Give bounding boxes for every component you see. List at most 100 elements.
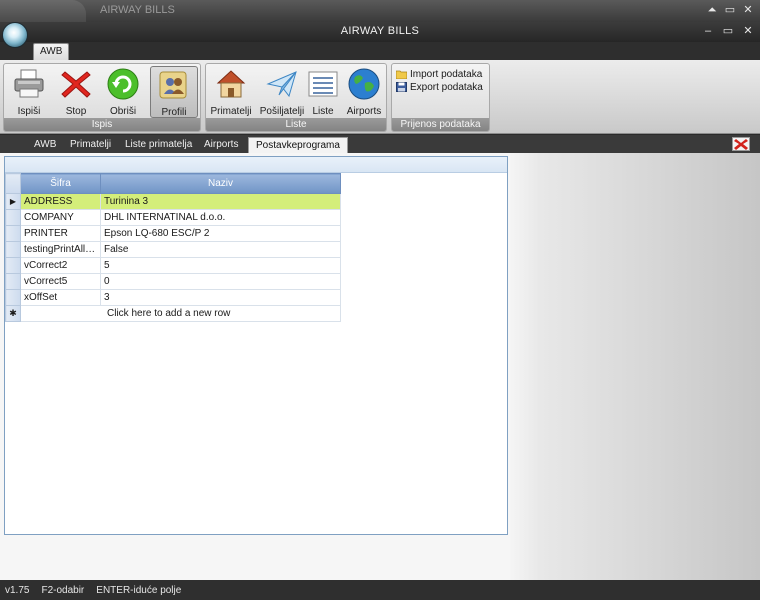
recipients-button-label: Primatelji (210, 106, 252, 117)
delete-button[interactable]: Obriši (101, 66, 145, 118)
ribbon-group-caption: Prijenos podataka (392, 118, 489, 131)
settings-grid-panel: Šifra Naziv ▶ ADDRESS Turinina 3 COMPANY… (4, 156, 508, 535)
maximize-icon[interactable]: ▭ (722, 24, 734, 38)
table-row[interactable]: testingPrintAllO... False (5, 241, 341, 258)
profiles-icon (159, 71, 187, 99)
cell-naziv[interactable]: 3 (100, 289, 341, 306)
airports-button-label: Airports (346, 106, 382, 117)
print-button-label: Ispiši (17, 106, 41, 117)
tab-awb[interactable]: AWB (27, 137, 63, 153)
column-header-sifra[interactable]: Šifra (20, 173, 101, 194)
house-icon (216, 70, 246, 98)
document-tab-strip: AWB Primatelji Liste primatelja Airports… (0, 135, 760, 153)
add-new-row-text: Click here to add a new row (107, 308, 231, 319)
new-row-indicator: ✱ (5, 305, 21, 322)
row-indicator (5, 273, 21, 290)
new-row[interactable]: ✱ Click here to add a new row (5, 305, 341, 322)
stop-x-icon (61, 71, 91, 98)
row-indicator (5, 289, 21, 306)
table-row[interactable]: ▶ ADDRESS Turinina 3 (5, 193, 341, 210)
close-icon[interactable]: ✕ (742, 24, 754, 38)
tab-primatelji[interactable]: Primatelji (63, 137, 118, 153)
version-label: v1.75 (5, 584, 30, 596)
outer-tab-shape (0, 0, 86, 22)
stop-button-label: Stop (65, 106, 87, 117)
export-data-button[interactable]: Export podataka (396, 81, 483, 93)
lists-button[interactable]: Liste (305, 66, 341, 118)
status-bar: v1.75 F2-odabir ENTER-iduće polje (0, 580, 760, 600)
import-data-button[interactable]: Import podataka (396, 68, 482, 80)
row-indicator (5, 241, 21, 258)
add-new-row-prompt[interactable]: Click here to add a new row (20, 305, 341, 322)
list-icon (308, 71, 338, 97)
import-data-label: Import podataka (410, 68, 483, 80)
cell-naziv[interactable]: False (100, 241, 341, 258)
tab-liste-primatelja[interactable]: Liste primatelja (118, 137, 199, 153)
outer-restore-icon[interactable]: ⏶ (706, 3, 718, 17)
ribbon-group-data-transfer: Import podataka Export podataka Prijenos… (391, 63, 490, 132)
export-data-label: Export podataka (410, 81, 483, 93)
cell-naziv[interactable]: 0 (100, 273, 341, 290)
outer-window-controls: ⏶ ▭ ✕ (706, 3, 754, 17)
cell-naziv[interactable]: Epson LQ-680 ESC/P 2 (100, 225, 341, 242)
lists-button-label: Liste (312, 106, 334, 117)
senders-button-label: Pošiljatelji (259, 106, 305, 117)
printer-icon (14, 69, 44, 98)
row-indicator (5, 225, 21, 242)
profiles-button-label: Profili (161, 107, 187, 118)
settings-grid: Šifra Naziv ▶ ADDRESS Turinina 3 COMPANY… (5, 173, 341, 322)
profiles-button[interactable]: Profili (150, 66, 198, 118)
recipients-button[interactable]: Primatelji (208, 66, 254, 118)
table-row[interactable]: PRINTER Epson LQ-680 ESC/P 2 (5, 225, 341, 242)
outer-window-title: AIRWAY BILLS (100, 4, 175, 16)
outer-maximize-icon[interactable]: ▭ (724, 3, 736, 17)
table-row[interactable]: xOffSet 3 (5, 289, 341, 306)
airports-button[interactable]: Airports (343, 66, 385, 118)
table-row[interactable]: COMPANY DHL INTERNATINAL d.o.o. (5, 209, 341, 226)
app-title-bar: AIRWAY BILLS – ▭ ✕ (0, 22, 760, 42)
ribbon: Ispiši Stop Obriši Profili Ispis Primate… (0, 60, 760, 134)
cell-sifra[interactable]: vCorrect2 (20, 257, 101, 274)
current-row-indicator: ▶ (5, 193, 21, 210)
cell-sifra[interactable]: COMPANY (20, 209, 101, 226)
cell-naziv[interactable]: 5 (100, 257, 341, 274)
ribbon-group-liste: Primatelji Pošiljatelji Liste Airports L… (205, 63, 387, 132)
tab-airports[interactable]: Airports (197, 137, 245, 153)
grid-corner (5, 173, 21, 194)
outer-close-icon[interactable]: ✕ (742, 3, 754, 17)
close-red-x-icon (734, 139, 748, 150)
app-title: AIRWAY BILLS (340, 25, 420, 37)
cell-sifra[interactable]: PRINTER (20, 225, 101, 242)
cell-naziv[interactable]: DHL INTERNATINAL d.o.o. (100, 209, 341, 226)
delete-button-label: Obriši (109, 106, 137, 117)
close-document-button[interactable] (732, 137, 750, 151)
hint-enter: ENTER-iduće polje (96, 584, 182, 596)
outer-title-bar: AIRWAY BILLS ⏶ ▭ ✕ (0, 0, 760, 22)
grid-group-panel (5, 157, 507, 173)
row-indicator (5, 257, 21, 274)
refresh-icon (107, 68, 139, 100)
application-menu-orb[interactable] (2, 22, 28, 48)
cell-sifra[interactable]: xOffSet (20, 289, 101, 306)
column-header-naziv[interactable]: Naziv (100, 173, 341, 194)
stop-button[interactable]: Stop (54, 66, 98, 118)
ribbon-tab-strip: AWB (0, 42, 760, 60)
folder-icon (396, 70, 407, 79)
table-row[interactable]: vCorrect2 5 (5, 257, 341, 274)
ribbon-tab-awb[interactable]: AWB (33, 43, 70, 60)
senders-button[interactable]: Pošiljatelji (256, 66, 308, 118)
tab-postavke-programa[interactable]: Postavkeprograma (248, 137, 348, 153)
save-disk-icon (396, 82, 407, 92)
paper-plane-icon (266, 71, 297, 98)
cell-sifra[interactable]: ADDRESS (20, 193, 101, 210)
minimize-icon[interactable]: – (702, 24, 714, 38)
ribbon-group-caption: Liste (206, 118, 386, 131)
table-row[interactable]: vCorrect5 0 (5, 273, 341, 290)
ribbon-group-ispis: Ispiši Stop Obriši Profili Ispis (3, 63, 201, 132)
cell-sifra[interactable]: testingPrintAllO... (20, 241, 101, 258)
cell-sifra[interactable]: vCorrect5 (20, 273, 101, 290)
cell-naziv[interactable]: Turinina 3 (100, 193, 341, 210)
row-indicator (5, 209, 21, 226)
content-area: Šifra Naziv ▶ ADDRESS Turinina 3 COMPANY… (0, 153, 760, 580)
print-button[interactable]: Ispiši (7, 66, 51, 118)
